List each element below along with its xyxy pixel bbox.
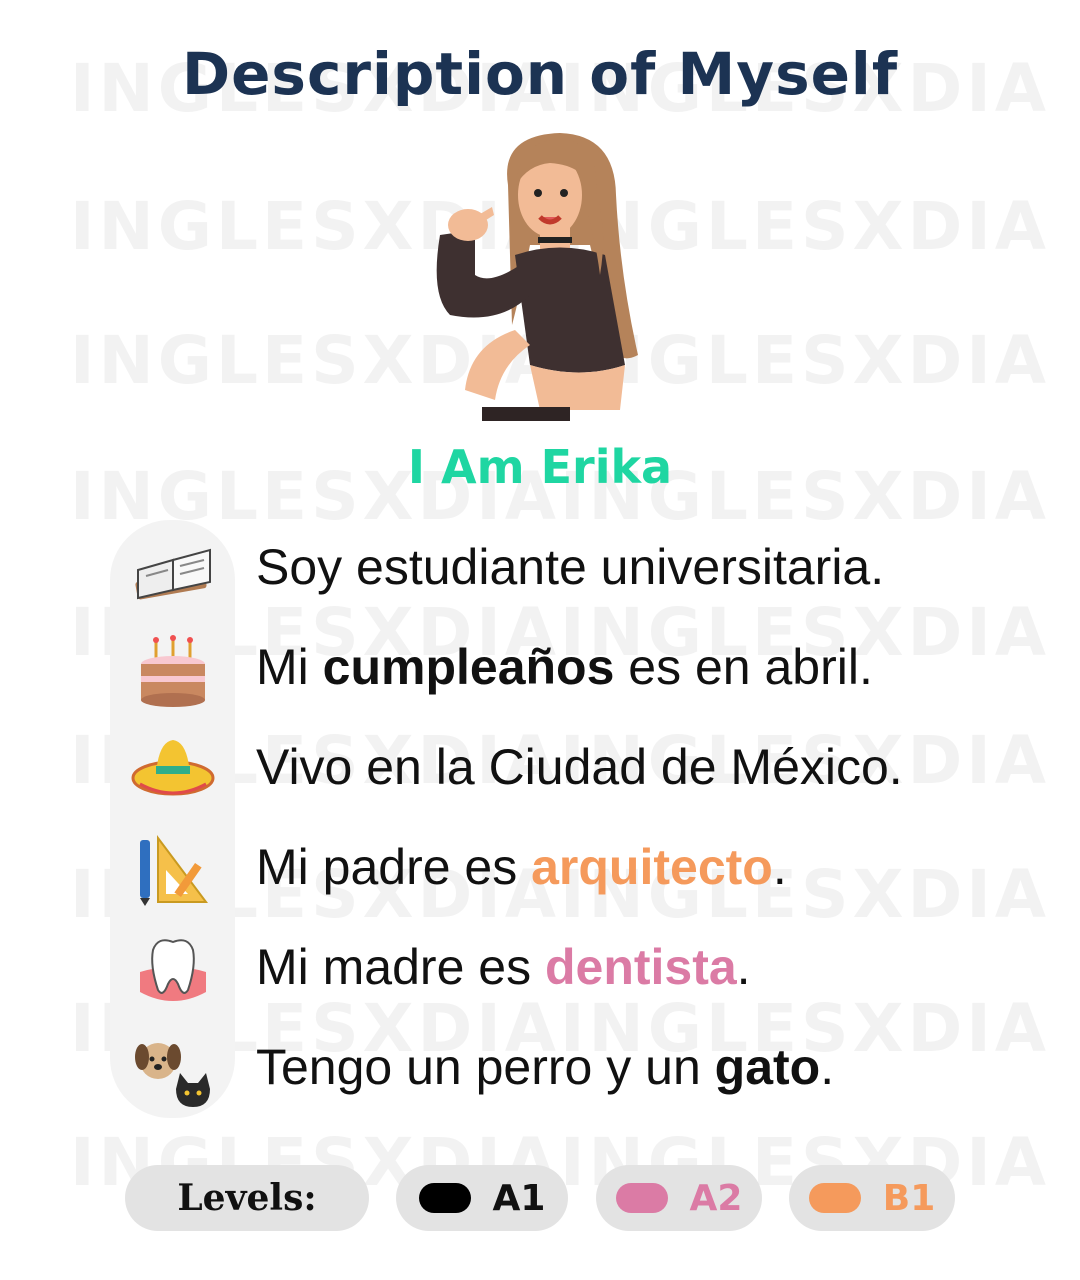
level-b1-pill: B1	[789, 1165, 955, 1231]
level-b1-label: B1	[882, 1177, 936, 1219]
girl-avatar-icon	[436, 133, 638, 421]
sentence-row: Mi madre es dentista.	[0, 920, 1080, 1020]
sentence-text: Tengo un perro y un gato.	[256, 1039, 835, 1095]
sentence-row: Mi padre es arquitecto.	[0, 820, 1080, 920]
level-a1-pill: A1	[396, 1165, 568, 1231]
page-title: Description of Myself	[181, 40, 899, 108]
sombrero-icon	[131, 740, 215, 796]
level-a2-pill: A2	[596, 1165, 762, 1231]
levels-label: Levels:	[177, 1177, 317, 1219]
sentence-row: Vivo en la Ciudad de México.	[0, 720, 1080, 820]
sentence-text: Mi madre es dentista.	[256, 939, 751, 995]
sentence-text: Mi cumpleaños es en abril.	[256, 639, 873, 695]
book-icon	[135, 548, 211, 600]
level-a1-swatch	[418, 1183, 471, 1213]
sentence-row: Mi cumpleaños es en abril.	[0, 620, 1080, 720]
sentence-text: Soy estudiante universitaria.	[256, 539, 885, 595]
sentence-text: Vivo en la Ciudad de México.	[256, 739, 903, 795]
name-heading: I Am Erika	[407, 440, 673, 494]
levels-legend: Levels: A1 A2 B1	[0, 1165, 1080, 1231]
ruler-pen-icon	[140, 835, 208, 906]
level-a2-swatch	[615, 1183, 668, 1213]
cake-icon	[141, 635, 205, 707]
dog-cat-icon	[135, 1043, 210, 1107]
level-a2-label: A2	[689, 1177, 743, 1219]
tooth-icon	[140, 939, 206, 1001]
levels-label-pill: Levels:	[125, 1165, 369, 1231]
level-b1-swatch	[808, 1183, 861, 1213]
sentence-text: Mi padre es arquitecto.	[256, 839, 787, 895]
level-a1-label: A1	[492, 1177, 546, 1219]
sentence-row: Soy estudiante universitaria.	[0, 520, 1080, 620]
sentence-row: Tengo un perro y un gato.	[0, 1020, 1080, 1120]
